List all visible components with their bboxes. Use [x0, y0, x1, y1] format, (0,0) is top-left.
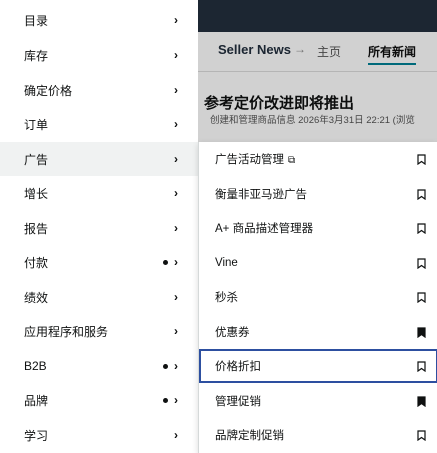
- left-menu: 目录 › 库存 › 确定价格 › 订单 › 广告 › 增长 › 报告 › 付款 …: [0, 0, 198, 453]
- menu-item-learn[interactable]: 学习 ›: [0, 418, 198, 452]
- menu-item-label: 增长: [24, 186, 49, 201]
- bookmark-outline-icon[interactable]: [417, 257, 426, 269]
- submenu-item-measure-non-amazon-ads[interactable]: 衡量非亚马逊广告: [199, 177, 437, 211]
- menu-item-apps-services[interactable]: 应用程序和服务 ›: [0, 314, 198, 348]
- chevron-right-icon: ›: [174, 13, 178, 27]
- menu-item-brands[interactable]: 品牌 ›: [0, 383, 198, 417]
- submenu-item-label: 品牌定制促销: [215, 430, 284, 442]
- chevron-right-icon: ›: [174, 221, 178, 235]
- menu-item-label: 报告: [24, 221, 49, 236]
- menu-item-label: 订单: [24, 117, 49, 132]
- chevron-right-icon: ›: [174, 83, 178, 97]
- bookmark-outline-icon[interactable]: [417, 222, 426, 234]
- external-link-icon: ⧉: [288, 155, 296, 166]
- submenu-item-label: 秒杀: [215, 292, 238, 304]
- menu-item-label: 品牌: [24, 393, 49, 408]
- submenu-item-coupons[interactable]: 优惠券: [199, 315, 437, 349]
- chevron-right-icon: ›: [174, 48, 178, 62]
- bookmark-filled-icon[interactable]: [417, 395, 426, 407]
- notification-dot-icon: [163, 259, 168, 265]
- menu-item-catalog[interactable]: 目录 ›: [0, 3, 198, 37]
- menu-item-label: 学习: [24, 428, 49, 443]
- submenu-item-label: A+ 商品描述管理器: [215, 223, 314, 235]
- menu-item-inventory[interactable]: 库存 ›: [0, 38, 198, 72]
- chevron-right-icon: ›: [174, 117, 178, 131]
- bookmark-outline-icon[interactable]: [417, 360, 426, 372]
- submenu-item-label: 管理促销: [215, 396, 261, 408]
- notification-dot-icon: [163, 397, 168, 403]
- submenu-item-a-plus-manager[interactable]: A+ 商品描述管理器: [199, 211, 437, 245]
- submenu-item-manage-promotions[interactable]: 管理促销: [199, 384, 437, 418]
- chevron-right-icon: ›: [174, 186, 178, 200]
- submenu-item-label: 优惠券: [215, 327, 250, 339]
- submenu-item-lightning-deals[interactable]: 秒杀: [199, 280, 437, 314]
- submenu-item-brand-tailored-promotions[interactable]: 品牌定制促销: [199, 418, 437, 452]
- chevron-right-icon: ›: [174, 255, 178, 269]
- menu-item-reports[interactable]: 报告 ›: [0, 211, 198, 245]
- menu-item-b2b[interactable]: B2B ›: [0, 349, 198, 383]
- menu-item-pricing[interactable]: 确定价格 ›: [0, 73, 198, 107]
- chevron-right-icon: ›: [174, 290, 178, 304]
- menu-item-label: 目录: [24, 13, 49, 28]
- submenu-item-vine[interactable]: Vine: [199, 246, 437, 280]
- menu-item-label: 付款: [24, 255, 49, 270]
- menu-item-performance[interactable]: 绩效 ›: [0, 280, 198, 314]
- submenu-item-price-discounts[interactable]: 价格折扣: [199, 349, 437, 383]
- bookmark-filled-icon[interactable]: [417, 326, 426, 338]
- submenu-item-label: Vine: [215, 257, 238, 269]
- bookmark-outline-icon[interactable]: [417, 188, 426, 200]
- chevron-right-icon: ›: [174, 324, 178, 338]
- menu-item-payments[interactable]: 付款 ›: [0, 245, 198, 279]
- submenu-item-campaign-manager[interactable]: 广告活动管理 ⧉: [199, 142, 437, 176]
- menu-item-orders[interactable]: 订单 ›: [0, 107, 198, 141]
- notification-dot-icon: [163, 363, 168, 369]
- menu-item-label: B2B: [24, 359, 47, 373]
- menu-item-label: 绩效: [24, 290, 49, 305]
- menu-item-label: 库存: [24, 48, 49, 63]
- bookmark-outline-icon[interactable]: [417, 429, 426, 441]
- bookmark-outline-icon[interactable]: [417, 153, 426, 165]
- submenu-item-label: 广告活动管理 ⧉: [215, 154, 296, 166]
- menu-item-label: 确定价格: [24, 83, 73, 98]
- submenu-item-label: 价格折扣: [215, 361, 261, 373]
- menu-item-advertising[interactable]: 广告 ›: [0, 142, 198, 176]
- advertising-submenu: 广告活动管理 ⧉ 衡量非亚马逊广告 A+ 商品描述管理器 Vine 秒杀 优惠券 …: [198, 142, 437, 453]
- menu-item-label: 广告: [24, 152, 49, 167]
- chevron-right-icon: ›: [174, 393, 178, 407]
- chevron-right-icon: ›: [174, 152, 178, 166]
- menu-item-label: 应用程序和服务: [24, 324, 109, 339]
- submenu-item-label: 衡量非亚马逊广告: [215, 189, 307, 201]
- bookmark-outline-icon[interactable]: [417, 291, 426, 303]
- chevron-right-icon: ›: [174, 428, 178, 442]
- chevron-right-icon: ›: [174, 359, 178, 373]
- menu-item-growth[interactable]: 增长 ›: [0, 176, 198, 210]
